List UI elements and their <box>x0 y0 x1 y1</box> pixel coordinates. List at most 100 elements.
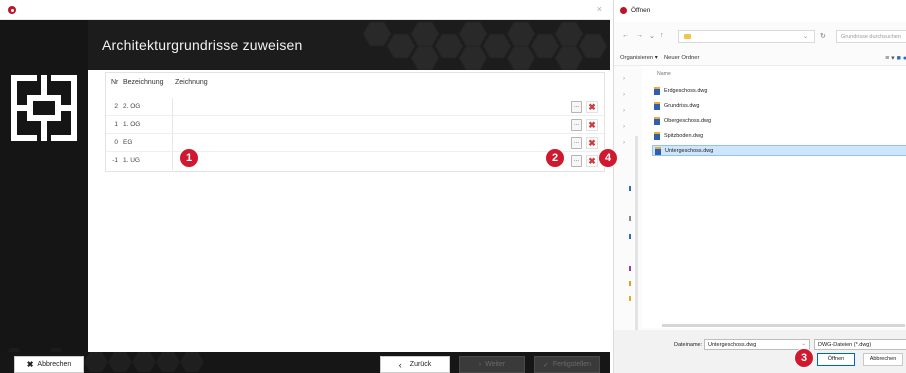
left-brand-panel <box>0 20 88 373</box>
file-list: Name Erdgeschoss.dwg Grundriss.dwg Oberg… <box>642 66 906 328</box>
preview-pane-icon[interactable]: ■ <box>897 55 901 62</box>
main-window: × Architekturgrundrisse zuweisen Nr Beze… <box>0 0 610 373</box>
nav-item-icon <box>629 296 631 301</box>
finish-button-label: Fertigstellen <box>552 361 591 368</box>
open-button[interactable]: Öffnen <box>817 353 855 366</box>
browse-button[interactable]: ... <box>571 155 582 167</box>
next-button[interactable]: › Weiter <box>459 356 525 373</box>
step-badge-1: 1 <box>180 149 198 167</box>
column-header-name[interactable]: Name <box>657 71 671 77</box>
back-button[interactable]: ‹ Zurück <box>380 356 450 373</box>
table-row[interactable]: 2 2. OG ... ✖ <box>106 98 606 116</box>
delete-icon[interactable]: ✖ <box>586 119 598 131</box>
close-icon[interactable]: × <box>597 4 602 14</box>
chevron-down-icon[interactable]: ⌄ <box>801 341 806 347</box>
file-item[interactable]: Grundriss.dwg <box>652 101 906 112</box>
file-item[interactable]: Erdgeschoss.dwg <box>652 86 906 97</box>
footer-bar: ✖ Abbrechen ‹ Zurück › Weiter ✓ Fertigst… <box>0 352 610 373</box>
browse-button[interactable]: ... <box>571 101 582 113</box>
filetype-select[interactable]: DWG-Dateien (*.dwg) <box>814 339 906 350</box>
finish-button[interactable]: ✓ Fertigstellen <box>534 356 600 373</box>
cancel-button[interactable]: ✖ Abbrechen <box>14 356 84 373</box>
row-nr: -1 <box>112 157 118 164</box>
view-menu-icon[interactable]: ≡ ▾ <box>885 55 895 62</box>
row-bezeichnung: 1. OG <box>123 121 141 128</box>
horizontal-scrollbar[interactable] <box>662 324 905 327</box>
column-header-bezeichnung: Bezeichnung <box>123 79 164 86</box>
table-row[interactable]: 0 EG ... ✖ <box>106 134 606 152</box>
organize-menu[interactable]: Organisieren ▾ <box>620 55 658 61</box>
new-folder-button[interactable]: Neuer Ordner <box>664 55 699 61</box>
row-nr: 2 <box>114 103 118 110</box>
file-item-selected[interactable]: Untergeschoss.dwg <box>652 145 906 156</box>
chevron-right-icon[interactable]: › <box>623 140 625 146</box>
hex-pattern-decoration <box>362 21 608 70</box>
dialog-navigation-bar: ← → ⌄ ↑ ⌄ ↻ Grundrisse durchsuchen <box>614 26 906 46</box>
cancel-button-label: Abbrechen <box>37 361 72 368</box>
dialog-title: Öffnen <box>631 7 651 14</box>
column-header-nr: Nr <box>111 79 119 86</box>
delete-icon[interactable]: ✖ <box>586 101 598 113</box>
hex-pattern-decoration <box>84 352 204 372</box>
close-icon: ✖ <box>26 360 34 369</box>
up-arrow-icon[interactable]: ↑ <box>660 32 664 39</box>
browse-button[interactable]: ... <box>571 119 582 131</box>
column-divider <box>172 116 173 134</box>
row-nr: 1 <box>114 121 118 128</box>
dialog-titlebar: Öffnen <box>614 0 906 22</box>
file-name: Obergeschoss.dwg <box>664 118 712 124</box>
chevron-right-icon[interactable]: › <box>623 108 625 114</box>
chevron-down-icon[interactable]: ⌄ <box>803 33 808 40</box>
app-logo-icon <box>620 7 627 14</box>
row-bezeichnung: EG <box>123 139 133 146</box>
filename-value: Untergeschoss.dwg <box>708 342 757 348</box>
nav-item-icon <box>629 281 631 286</box>
check-icon: ✓ <box>542 361 549 369</box>
dwg-file-icon <box>654 87 660 95</box>
step-badge-2: 2 <box>546 149 564 167</box>
next-button-label: Weiter <box>485 361 506 368</box>
filename-input[interactable]: Untergeschoss.dwg ⌄ <box>704 339 810 350</box>
file-open-dialog: Öffnen ← → ⌄ ↑ ⌄ ↻ Grundrisse durchsuche… <box>613 0 906 373</box>
navigation-pane: › › › › › <box>614 66 638 351</box>
address-bar[interactable]: ⌄ <box>678 30 815 43</box>
chevron-down-icon[interactable]: ⌄ <box>649 32 655 40</box>
refresh-icon[interactable]: ↻ <box>820 32 826 40</box>
column-divider <box>172 152 173 170</box>
column-header-zeichnung: Zeichnung <box>175 79 208 86</box>
table-row[interactable]: 1 1. OG ... ✖ <box>106 116 606 134</box>
navigation-scrollbar[interactable] <box>635 136 638 351</box>
row-bezeichnung: 2. OG <box>123 103 141 110</box>
chevron-right-icon: › <box>478 361 482 368</box>
chevron-right-icon[interactable]: › <box>623 92 625 98</box>
chevron-left-icon: ‹ <box>398 359 402 370</box>
file-name: Grundriss.dwg <box>664 103 700 109</box>
step-badge-4: 4 <box>599 149 617 167</box>
dwg-file-icon <box>654 102 660 110</box>
row-bezeichnung: 1. UG <box>123 157 140 164</box>
nav-item-icon <box>629 186 631 191</box>
file-name: Erdgeschoss.dwg <box>664 88 708 94</box>
dwg-file-icon <box>654 117 660 125</box>
folder-icon <box>684 34 691 39</box>
column-divider <box>172 98 173 116</box>
content-area: Nr Bezeichnung Zeichnung 2 2. OG ... ✖ 1… <box>88 70 610 348</box>
filename-label: Dateiname: <box>674 342 703 348</box>
dialog-cancel-button[interactable]: Abbrechen <box>863 353 903 366</box>
brand-logo-icon <box>11 75 77 141</box>
filetype-value: DWG-Dateien (*.dwg) <box>818 342 872 348</box>
page-title: Architekturgrundrisse zuweisen <box>102 37 303 53</box>
browse-button[interactable]: ... <box>571 137 582 149</box>
delete-icon[interactable]: ✖ <box>586 155 598 167</box>
page-header: Architekturgrundrisse zuweisen <box>88 20 610 70</box>
search-input[interactable]: Grundrisse durchsuchen <box>836 30 906 43</box>
file-name: Spitzboden.dwg <box>664 133 704 139</box>
file-item[interactable]: Obergeschoss.dwg <box>652 116 906 127</box>
back-arrow-icon[interactable]: ← <box>622 32 629 39</box>
forward-arrow-icon[interactable]: → <box>636 32 643 39</box>
chevron-right-icon[interactable]: › <box>623 124 625 130</box>
delete-icon[interactable]: ✖ <box>586 137 598 149</box>
file-item[interactable]: Spitzboden.dwg <box>652 131 906 142</box>
chevron-right-icon[interactable]: › <box>623 76 625 82</box>
dwg-file-icon <box>655 147 661 155</box>
